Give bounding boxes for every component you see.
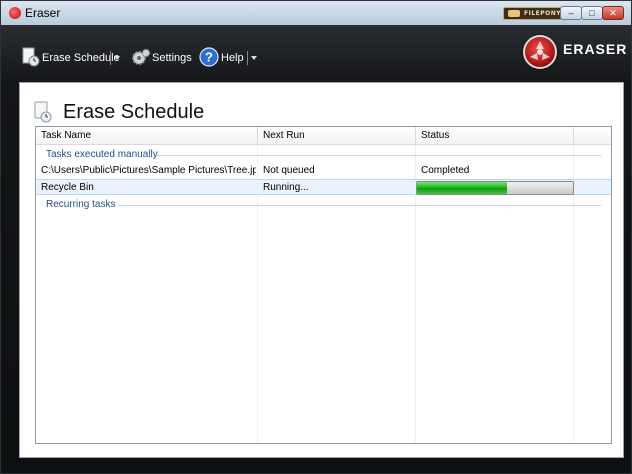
erase-progress-bar: [416, 181, 574, 195]
eraser-logo-icon: [523, 35, 557, 69]
erase-progress-fill: [417, 182, 508, 194]
group-header-recurring[interactable]: Recurring tasks: [46, 198, 115, 212]
watermark-logo-icon: [508, 10, 520, 17]
task-name-cell: Recycle Bin: [41, 182, 94, 193]
help-icon: ?: [199, 47, 219, 67]
help-label: Help: [221, 52, 244, 64]
settings-button[interactable]: Settings: [131, 47, 192, 69]
column-header-filler: [574, 127, 611, 145]
help-dropdown-icon[interactable]: [251, 56, 257, 60]
task-list[interactable]: Task Name Next Run Status Tasks executed…: [35, 126, 612, 444]
group-divider: [118, 205, 601, 206]
erase-schedule-label: Erase Schedule: [42, 52, 120, 64]
column-header-status[interactable]: Status: [416, 127, 574, 145]
watermark-text: FILEPONY: [524, 10, 562, 17]
erase-schedule-dropdown-icon[interactable]: [114, 56, 120, 60]
eraser-window: Eraser FILEPONY – □ ✕ Erase Schedule Set…: [0, 0, 632, 474]
close-icon: ✕: [609, 8, 617, 18]
group-divider: [156, 155, 601, 156]
column-header-task-name[interactable]: Task Name: [36, 127, 258, 145]
next-run-cell: Running...: [263, 182, 309, 193]
toolbar-separator: [110, 51, 111, 65]
erase-schedule-icon: [22, 47, 40, 67]
column-header-next-run[interactable]: Next Run: [258, 127, 416, 145]
minimize-button[interactable]: –: [560, 6, 582, 20]
page-icon: [34, 101, 52, 123]
group-header-manual[interactable]: Tasks executed manually: [46, 148, 158, 162]
table-row[interactable]: C:\Users\Public\Pictures\Sample Pictures…: [36, 163, 611, 179]
title-bar[interactable]: Eraser FILEPONY – □ ✕: [1, 1, 631, 25]
settings-icon: [132, 48, 151, 65]
status-cell: Completed: [421, 165, 470, 176]
minimize-icon: –: [568, 8, 574, 18]
help-button[interactable]: ? Help: [199, 47, 245, 69]
main-panel: Erase Schedule Task Name Next Run Status…: [19, 82, 624, 458]
svg-text:?: ?: [205, 50, 213, 65]
close-button[interactable]: ✕: [602, 6, 624, 20]
watermark-badge: FILEPONY: [503, 7, 565, 20]
toolbar-separator: [247, 51, 248, 65]
toolbar: Erase Schedule Settings ? Help ERASER: [1, 25, 631, 81]
window-bottom-border: [1, 461, 631, 473]
settings-label: Settings: [152, 52, 192, 64]
app-icon: [9, 7, 21, 19]
next-run-cell: Not queued: [263, 165, 315, 176]
eraser-logo-text: ERASER: [563, 41, 628, 57]
maximize-button[interactable]: □: [581, 6, 603, 20]
maximize-icon: □: [589, 8, 595, 18]
task-name-cell: C:\Users\Public\Pictures\Sample Pictures…: [41, 165, 256, 176]
window-title: Eraser: [25, 6, 61, 20]
erase-schedule-button[interactable]: Erase Schedule: [21, 47, 120, 69]
table-row-selected[interactable]: Recycle Bin Running...: [36, 179, 611, 195]
page-title: Erase Schedule: [63, 101, 205, 123]
